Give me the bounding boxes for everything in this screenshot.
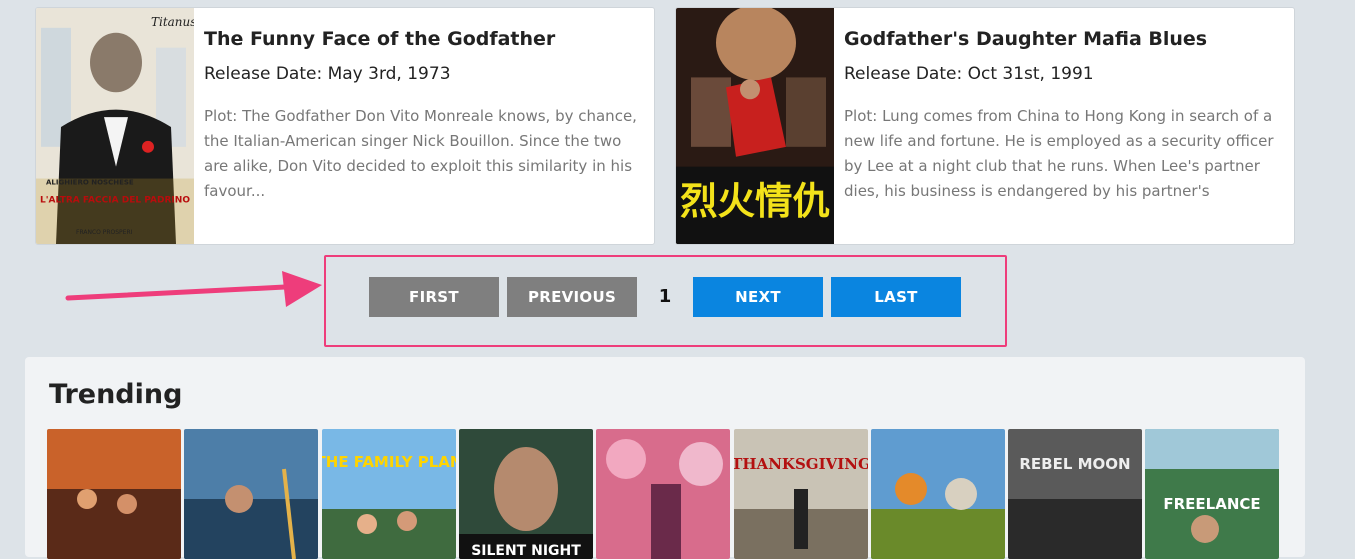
trending-poster[interactable]: [184, 429, 318, 559]
movie-poster[interactable]: Titanus ALIGHIERO NOSCHESE L'ALTRA FACCI…: [36, 8, 194, 244]
poster-title-text: 烈火情仇: [680, 179, 830, 223]
movie-release-date: Release Date: May 3rd, 1973: [204, 64, 451, 84]
annotation-arrow-icon: [65, 271, 322, 307]
previous-page-button[interactable]: PREVIOUS: [507, 277, 637, 317]
poster-studio-text: Titanus: [151, 15, 194, 29]
next-page-button[interactable]: NEXT: [693, 277, 823, 317]
trending-poster[interactable]: [596, 429, 730, 559]
trending-poster[interactable]: THE FAMILY PLAN: [322, 429, 456, 559]
trending-poster[interactable]: [871, 429, 1005, 559]
movie-release-date: Release Date: Oct 31st, 1991: [844, 64, 1094, 84]
trending-poster[interactable]: REBEL MOON: [1008, 429, 1142, 559]
trending-poster[interactable]: FREELANCE: [1145, 429, 1279, 559]
trending-poster-text: FREELANCE: [1163, 495, 1260, 513]
first-page-button[interactable]: FIRST: [369, 277, 499, 317]
current-page-number: 1: [658, 286, 672, 307]
movie-plot: Plot: The Godfather Don Vito Monreale kn…: [204, 107, 637, 200]
movie-card-body: Godfather's Daughter Mafia Blues Release…: [834, 8, 1294, 244]
trending-poster-text: THANKSGIVING: [734, 455, 868, 473]
movie-title[interactable]: The Funny Face of the Godfather: [204, 28, 644, 50]
trending-poster-text: REBEL MOON: [1019, 455, 1130, 473]
poster-credit-text: FRANCO PROSPERI: [76, 229, 133, 236]
movie-card[interactable]: 烈火情仇 Godfather's Daughter Mafia Blues Re…: [675, 7, 1295, 245]
trending-section: Trending THE FAMILY PLAN SILENT NIGHT TH…: [25, 357, 1305, 559]
movie-card[interactable]: Titanus ALIGHIERO NOSCHESE L'ALTRA FACCI…: [35, 7, 655, 245]
trending-poster[interactable]: [47, 429, 181, 559]
trending-poster[interactable]: THANKSGIVING: [734, 429, 868, 559]
trending-poster-text: SILENT NIGHT: [471, 543, 581, 559]
trending-poster-text: THE FAMILY PLAN: [322, 453, 456, 471]
last-page-button[interactable]: LAST: [831, 277, 961, 317]
movie-plot: Plot: Lung comes from China to Hong Kong…: [844, 107, 1274, 200]
movie-card-body: The Funny Face of the Godfather Release …: [194, 8, 654, 244]
movie-poster[interactable]: 烈火情仇: [676, 8, 834, 244]
trending-heading: Trending: [49, 379, 183, 410]
movie-title[interactable]: Godfather's Daughter Mafia Blues: [844, 28, 1284, 50]
poster-actor-text: ALIGHIERO NOSCHESE: [46, 179, 134, 187]
poster-title-text: L'ALTRA FACCIA DEL PADRINO: [40, 195, 190, 205]
trending-poster[interactable]: SILENT NIGHT: [459, 429, 593, 559]
